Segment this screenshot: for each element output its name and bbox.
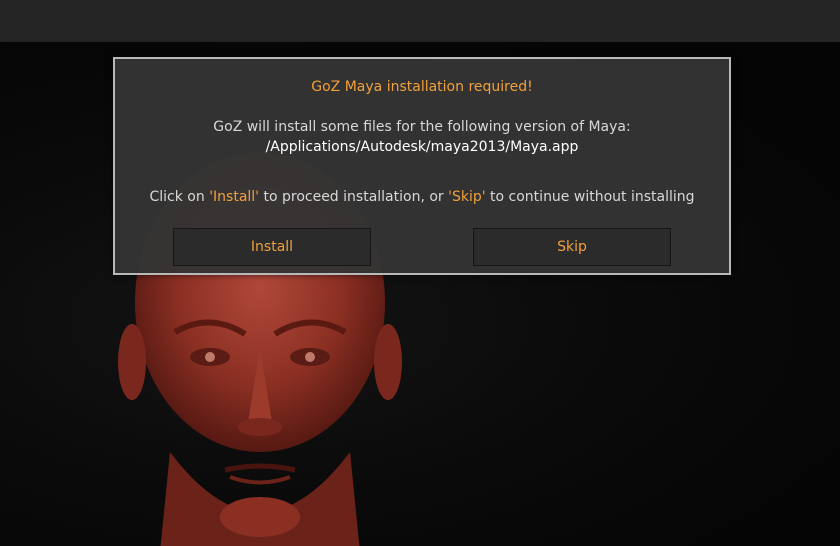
maya-app-path: /Applications/Autodesk/maya2013/Maya.app [265,139,579,155]
instruction-install-ref: 'Install' [209,189,260,205]
dialog-instruction: Click on 'Install' to proceed installati… [115,189,729,205]
install-button[interactable]: Install [173,228,371,266]
instruction-text-2: to proceed installation, or [259,189,449,205]
dialog-message: GoZ will install some files for the foll… [213,119,631,135]
dialog-title: GoZ Maya installation required! [311,79,533,95]
goz-install-dialog: GoZ Maya installation required! GoZ will… [113,57,731,275]
top-toolbar [0,0,840,42]
instruction-text-3: to continue without installing [485,189,695,205]
instruction-skip-ref: 'Skip' [448,189,486,205]
instruction-text-1: Click on [149,189,210,205]
skip-button[interactable]: Skip [473,228,671,266]
